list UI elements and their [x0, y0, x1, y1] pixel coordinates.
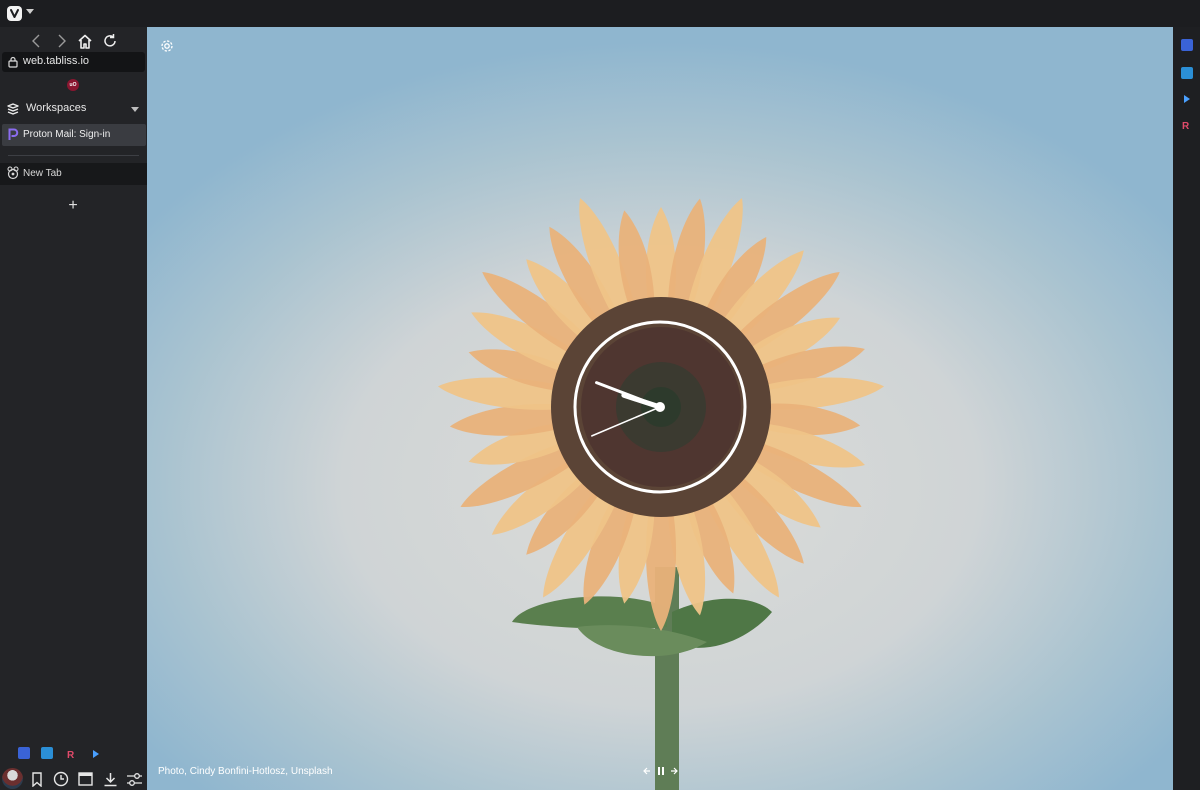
extension-icon[interactable]	[18, 747, 30, 759]
gear-icon	[161, 40, 173, 52]
bitwarden-like-icon[interactable]	[1181, 67, 1193, 79]
extension-icon[interactable]	[1181, 39, 1193, 51]
next-photo-icon[interactable]	[669, 764, 679, 778]
tab-title: New Tab	[23, 168, 62, 179]
bitwarden-like-icon[interactable]	[41, 747, 53, 759]
reload-icon	[104, 34, 116, 47]
home-icon	[78, 34, 92, 49]
tab-sidebar: web.tabliss.io uO Workspaces Proton Mail…	[0, 27, 147, 790]
vivaldi-menu-button[interactable]	[7, 6, 22, 21]
window-panel-button[interactable]	[76, 770, 94, 788]
status-bar	[0, 767, 147, 789]
r-logo-icon[interactable]: R	[1181, 119, 1193, 131]
play-icon[interactable]	[1181, 93, 1193, 105]
pause-icon[interactable]	[656, 764, 666, 778]
analog-clock	[573, 320, 747, 494]
settings-button[interactable]	[160, 39, 174, 58]
workspaces-button[interactable]: Workspaces	[0, 99, 147, 119]
tabliss-new-tab-page: Photo, Cindy Bonfini-Hotlosz, Unsplash	[147, 27, 1173, 790]
second-hand	[591, 406, 661, 437]
navigation-row	[0, 31, 147, 51]
download-icon	[104, 772, 116, 786]
bookmarks-panel-button[interactable]	[28, 770, 46, 788]
ublock-origin-icon[interactable]: uO	[67, 79, 79, 91]
tab-proton-mail[interactable]: Proton Mail: Sign-in	[2, 124, 146, 146]
reader-extension-icon[interactable]: R	[66, 747, 78, 761]
chevron-down-icon[interactable]	[26, 9, 34, 14]
profile-avatar[interactable]	[2, 768, 23, 789]
proton-icon	[8, 128, 19, 140]
forward-arrow-icon	[58, 34, 66, 48]
address-text[interactable]: web.tabliss.io	[23, 55, 89, 67]
tab-new-tab[interactable]: New Tab	[0, 163, 147, 185]
ublock-badge-text: uO	[69, 82, 77, 88]
reload-button[interactable]	[100, 31, 120, 51]
lock-icon	[8, 56, 18, 68]
play-extension-icon[interactable]	[90, 747, 102, 759]
address-bar[interactable]: web.tabliss.io	[2, 52, 145, 72]
previous-photo-icon[interactable]	[642, 764, 652, 778]
vivaldi-logo-icon	[10, 9, 19, 18]
chevron-down-icon	[131, 107, 139, 112]
svg-text:R: R	[67, 750, 75, 760]
settings-panel-button[interactable]	[125, 770, 143, 788]
back-arrow-icon	[32, 34, 40, 48]
window-icon	[77, 772, 93, 786]
downloads-panel-button[interactable]	[101, 770, 119, 788]
history-panel-button[interactable]	[52, 770, 70, 788]
photo-credit[interactable]: Photo, Cindy Bonfini-Hotlosz, Unsplash	[158, 766, 333, 777]
workspaces-icon	[7, 103, 19, 115]
new-tab-button[interactable]: +	[64, 197, 82, 215]
panel-bar: R	[1173, 27, 1200, 790]
svg-text:R: R	[1182, 121, 1190, 131]
home-button[interactable]	[75, 31, 95, 51]
tab-divider	[8, 155, 139, 156]
bookmark-icon	[32, 771, 42, 787]
tab-title: Proton Mail: Sign-in	[23, 129, 111, 140]
play-icon	[93, 750, 99, 758]
minute-hand	[595, 381, 662, 409]
extension-toolbar: R	[14, 747, 114, 761]
clock-icon	[53, 771, 69, 787]
forward-button[interactable]	[51, 31, 71, 51]
back-button[interactable]	[27, 31, 47, 51]
workspaces-label: Workspaces	[26, 102, 87, 114]
tabliss-icon	[7, 166, 19, 180]
title-bar	[0, 0, 1200, 27]
r-logo-icon: R	[67, 750, 75, 761]
sliders-icon	[126, 772, 142, 786]
